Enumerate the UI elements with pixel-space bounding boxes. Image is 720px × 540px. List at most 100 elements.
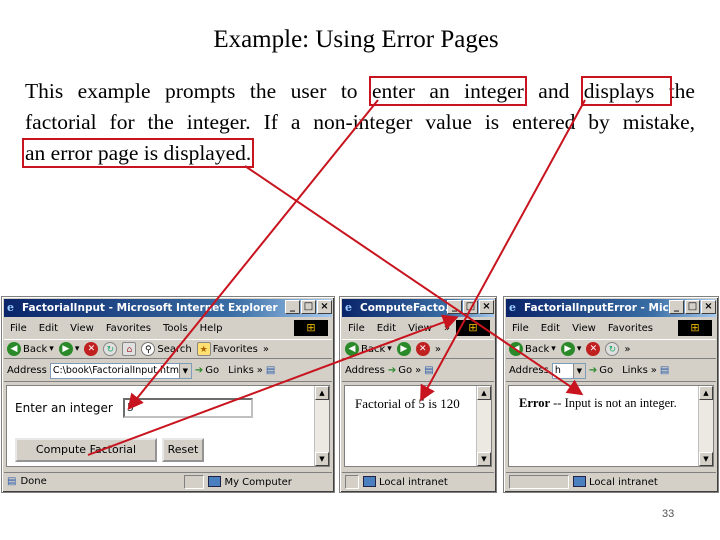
vertical-scrollbar[interactable]: ▲ ▼ [698,386,713,466]
menu-file[interactable]: File [4,323,33,334]
menu-favorites[interactable]: Favorites [100,323,157,334]
close-button[interactable]: × [479,300,494,314]
zone-label: Local intranet [573,475,658,488]
links-button[interactable]: Links [228,365,254,376]
compute-factorial-button[interactable]: Compute Factorial [15,438,157,462]
page-icon: ▤ [265,365,276,376]
title-bar: e FactorialInputError - Micr... _ □ × [506,299,716,317]
search-button[interactable]: ⚲ Search [141,342,192,356]
vertical-scrollbar[interactable]: ▲ ▼ [476,386,491,466]
zone-text: Local intranet [379,476,448,488]
links-more-icon[interactable]: » [257,365,263,376]
minimize-button[interactable]: _ [285,300,300,314]
menu-tools[interactable]: Tools [157,323,194,334]
go-label: Go [398,365,413,376]
menu-more-icon[interactable]: » [438,323,456,334]
reset-button[interactable]: Reset [162,438,204,462]
status-bar: Local intranet [342,472,494,490]
scroll-up-icon[interactable]: ▲ [699,386,713,400]
zone-text: My Computer [224,476,292,488]
scroll-up-icon[interactable]: ▲ [315,386,329,400]
scroll-down-icon[interactable]: ▼ [699,452,713,466]
address-value: C:\book\FactorialInput.html [52,364,182,376]
page-content: Enter an integer 5 Compute Factorial Res… [6,385,330,467]
refresh-button[interactable]: ↻ [605,342,620,356]
go-button[interactable]: ➔ Go [195,365,219,376]
stop-button[interactable]: ✕ [84,342,99,356]
forward-button[interactable]: ▶ [396,342,411,356]
scroll-down-icon[interactable]: ▼ [315,452,329,466]
highlight-displays: displays [580,76,672,106]
menu-edit[interactable]: Edit [371,323,402,334]
minimize-button[interactable]: _ [669,300,684,314]
maximize-button[interactable]: □ [463,300,478,314]
menu-view[interactable]: View [64,323,100,334]
toolbar: ◀ Back ▾ ▶ ✕ » [342,339,494,359]
forward-arrow-icon: ▶ [58,342,73,356]
links-button[interactable]: Links [622,365,648,376]
toolbar-more-icon[interactable]: » [624,344,630,355]
home-button[interactable]: ⌂ [122,342,137,356]
back-label: Back [23,343,48,355]
links-more-icon[interactable]: » [415,365,421,376]
body-text: and [523,79,584,103]
menu-view[interactable]: View [402,323,438,334]
menu-bar: File Edit View » ⊞ [342,319,494,337]
maximize-button[interactable]: □ [685,300,700,314]
stop-button[interactable]: ✕ [586,342,601,356]
address-value: h [554,364,561,376]
forward-arrow-icon: ▶ [560,342,575,356]
menu-edit[interactable]: Edit [535,323,566,334]
vertical-scrollbar[interactable]: ▲ ▼ [314,386,329,466]
dropdown-icon: ▾ [551,344,556,354]
links-more-icon[interactable]: » [651,365,657,376]
menu-edit[interactable]: Edit [33,323,64,334]
toolbar-more-icon[interactable]: » [435,344,441,355]
ie-icon: e [7,301,14,314]
forward-button[interactable]: ▶ ▾ [58,342,80,356]
menu-file[interactable]: File [342,323,371,334]
address-label: Address [7,365,47,376]
menu-file[interactable]: File [506,323,535,334]
favorites-button[interactable]: ★ Favorites [196,342,258,356]
maximize-button[interactable]: □ [301,300,316,314]
status-page-icon: ▤ [7,476,17,487]
address-bar: Address h ▼ ➔ Go Links » ▤ [506,360,716,382]
dropdown-icon: ▾ [74,344,80,354]
refresh-button[interactable]: ↻ [103,342,118,356]
address-label: Address [509,365,549,376]
go-button[interactable]: ➔ Go [388,365,412,376]
address-dropdown-icon[interactable]: ▼ [178,363,191,378]
ie-icon: e [509,301,516,314]
integer-input[interactable]: 5 [123,398,253,418]
forward-button[interactable]: ▶ ▾ [560,342,581,356]
address-bar: Address C:\book\FactorialInput.html ▼ ➔ Go… [4,360,332,382]
page-content: Error -- Input is not an integer. ▲ ▼ [508,385,714,467]
highlight-enter-integer: enter an integer [369,76,527,106]
address-dropdown-icon[interactable]: ▼ [572,363,585,378]
status-cell [184,474,205,489]
integer-prompt-label: Enter an integer [15,401,113,415]
factorial-result-text: Factorial of 5 is 120 [355,396,460,411]
minimize-button[interactable]: _ [447,300,462,314]
menu-favorites[interactable]: Favorites [602,323,659,334]
close-button[interactable]: × [317,300,332,314]
stop-icon: ✕ [586,342,601,356]
body-text: This example prompts the user to [25,79,372,103]
menu-view[interactable]: View [566,323,602,334]
back-arrow-icon: ◀ [509,342,523,356]
close-button[interactable]: × [701,300,716,314]
back-button[interactable]: ◀ Back ▾ [509,342,556,356]
toolbar-more-icon[interactable]: » [263,344,269,355]
address-input[interactable]: C:\book\FactorialInput.html ▼ [49,362,192,379]
stop-button[interactable]: ✕ [415,342,430,356]
forward-arrow-icon: ▶ [396,342,411,356]
scroll-up-icon[interactable]: ▲ [477,386,491,400]
scroll-down-icon[interactable]: ▼ [477,452,491,466]
back-button[interactable]: ◀ Back ▾ [345,342,392,356]
menu-help[interactable]: Help [194,323,229,334]
go-button[interactable]: ➔ Go [589,365,613,376]
back-button[interactable]: ◀ Back ▾ [7,342,54,356]
address-input[interactable]: h ▼ [551,362,586,379]
search-icon: ⚲ [141,342,156,356]
